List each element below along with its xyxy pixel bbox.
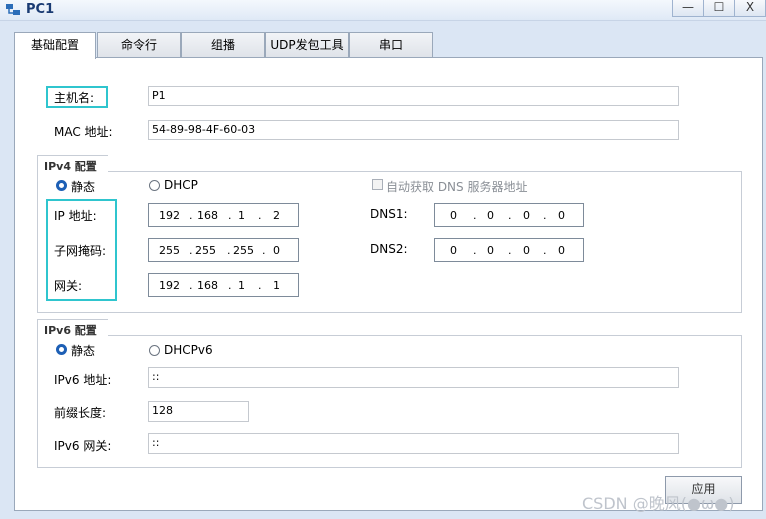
ipv6-group-title: IPv6 配置 <box>38 322 97 338</box>
mask-octet-2: 255 <box>195 244 216 257</box>
prefix-length-input[interactable]: 128 <box>148 401 249 422</box>
minimize-button[interactable]: — <box>672 0 704 17</box>
ip-octet-4: 2 <box>273 209 280 222</box>
gateway-octet-3: 1 <box>238 279 245 292</box>
ipv6-static-radio[interactable] <box>56 344 67 355</box>
hostname-input[interactable]: P1 <box>148 86 679 106</box>
ipv4-static-radio[interactable] <box>56 180 67 191</box>
ipv6-dhcp-radio[interactable] <box>149 345 160 356</box>
auto-dns-label: 自动获取 DNS 服务器地址 <box>386 180 528 194</box>
ipv6-gateway-input[interactable]: :: <box>148 433 679 454</box>
gateway-octet-2: 168 <box>197 279 218 292</box>
dns2-octet-4: 0 <box>558 244 565 257</box>
dns1-label: DNS1: <box>370 207 408 221</box>
tab-command-line[interactable]: 命令行 <box>97 32 181 57</box>
ipv4-static-label: 静态 <box>71 180 96 194</box>
ip-octet-3: 1 <box>238 209 245 222</box>
dns2-octet-2: 0 <box>487 244 494 257</box>
maximize-button[interactable]: ☐ <box>703 0 735 17</box>
ip-octet-2: 168 <box>197 209 218 222</box>
mask-octet-3: 255 <box>233 244 254 257</box>
ipv6-gateway-label: IPv6 网关: <box>54 439 112 453</box>
tab-serial[interactable]: 串口 <box>349 32 433 57</box>
gateway-octet-4: 1 <box>273 279 280 292</box>
auto-dns-checkbox[interactable] <box>372 179 383 190</box>
ip-address-input[interactable]: 192. 168. 1. 2 <box>148 203 299 227</box>
dns1-octet-4: 0 <box>558 209 565 222</box>
ipv4-dhcp-radio[interactable] <box>149 180 160 191</box>
ipv6-dhcp-label: DHCPv6 <box>164 343 213 357</box>
dns2-input[interactable]: 0. 0. 0. 0 <box>434 238 584 262</box>
tab-basic-config[interactable]: 基础配置 <box>14 32 96 59</box>
highlight-box-hostname <box>46 86 108 108</box>
csdn-watermark: CSDN @晚风(●ω●) <box>582 494 735 513</box>
ipv6-static-label: 静态 <box>71 344 96 358</box>
ipv4-dhcp-label: DHCP <box>164 178 198 192</box>
dns1-input[interactable]: 0. 0. 0. 0 <box>434 203 584 227</box>
tab-multicast[interactable]: 组播 <box>181 32 265 57</box>
dns1-octet-2: 0 <box>487 209 494 222</box>
ipv6-address-label: IPv6 地址: <box>54 373 112 387</box>
mac-label: MAC 地址: <box>54 125 113 139</box>
prefix-length-label: 前缀长度: <box>54 406 107 420</box>
highlight-box-ipv4-fields <box>46 199 117 301</box>
title-bar: PC1 — ☐ X <box>0 0 766 21</box>
window-title: PC1 <box>26 2 55 17</box>
ipv6-address-input[interactable]: :: <box>148 367 679 388</box>
network-pc-icon <box>6 4 20 15</box>
dns2-octet-1: 0 <box>450 244 457 257</box>
gateway-input[interactable]: 192. 168. 1. 1 <box>148 273 299 297</box>
ipv4-group-title: IPv4 配置 <box>38 158 97 174</box>
mask-octet-1: 255 <box>159 244 180 257</box>
ip-octet-1: 192 <box>159 209 180 222</box>
tab-udp-tool[interactable]: UDP发包工具 <box>265 32 349 57</box>
dns2-label: DNS2: <box>370 242 408 256</box>
dns1-octet-3: 0 <box>523 209 530 222</box>
dns1-octet-1: 0 <box>450 209 457 222</box>
dns2-octet-3: 0 <box>523 244 530 257</box>
mask-octet-4: 0 <box>273 244 280 257</box>
close-button[interactable]: X <box>734 0 766 17</box>
gateway-octet-1: 192 <box>159 279 180 292</box>
mac-input: 54-89-98-4F-60-03 <box>148 120 679 140</box>
subnet-mask-input[interactable]: 255. 255. 255. 0 <box>148 238 299 262</box>
